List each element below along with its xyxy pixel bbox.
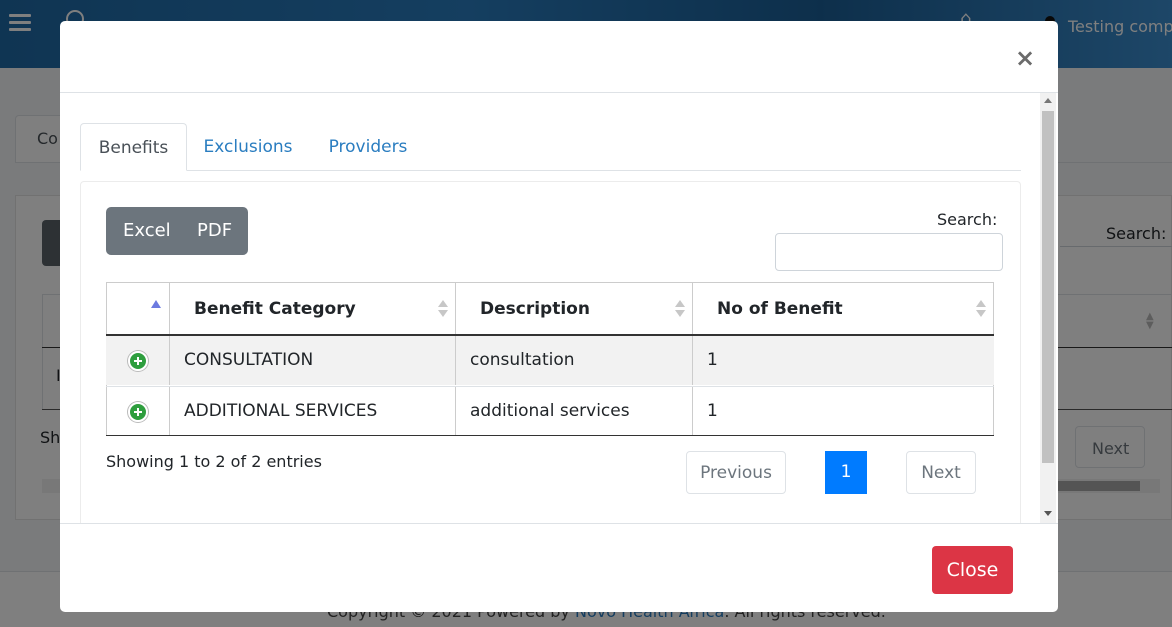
header-label: Benefit Category [194,299,356,319]
search-input[interactable] [775,233,1003,271]
modal-body: Benefits Exclusions Providers Excel PDF … [60,93,1058,523]
benefits-table: Benefit Category Description No of Benef… [106,282,994,436]
no-of-benefit-cell: 1 [707,401,718,421]
benefits-modal: × Benefits Exclusions Providers Excel PD… [60,21,1058,612]
table-header-expand[interactable] [106,282,170,335]
expand-row-icon[interactable] [128,402,148,422]
sort-icon [675,300,685,318]
scroll-up-arrow-icon[interactable] [1044,98,1052,103]
description-cell: consultation [456,336,693,385]
modal-footer: Close [60,523,1058,612]
header-label: No of Benefit [717,299,843,319]
previous-page-button[interactable]: Previous [686,451,786,494]
table-header-benefit-category[interactable]: Benefit Category [170,282,456,335]
table-header-no-of-benefit[interactable]: No of Benefit [693,282,993,335]
description-cell: additional services [456,387,693,436]
close-icon[interactable]: × [1015,46,1035,70]
table-row: ADDITIONAL SERVICES additional services … [106,386,994,436]
table-header-description[interactable]: Description [456,282,693,335]
header-label: Description [480,299,590,319]
export-button-group: Excel PDF [106,207,248,255]
modal-tabs: Benefits Exclusions Providers [80,123,1021,171]
tab-providers[interactable]: Providers [309,123,427,171]
table-row: CONSULTATION consultation 1 [106,336,994,385]
search-label: Search: [937,210,998,229]
table-bottom-border [106,435,994,436]
tab-benefits[interactable]: Benefits [80,123,187,171]
expand-cell[interactable] [106,336,170,385]
no-of-benefit-cell: 1 [707,350,718,370]
tab-exclusions[interactable]: Exclusions [187,123,309,171]
table-info: Showing 1 to 2 of 2 entries [106,452,322,471]
expand-cell[interactable] [106,387,170,436]
pdf-export-button[interactable]: PDF [181,207,248,255]
benefit-category-cell: CONSULTATION [170,336,456,385]
expand-row-icon[interactable] [128,351,148,371]
scrollbar-thumb[interactable] [1042,111,1054,463]
excel-export-button[interactable]: Excel [106,207,181,255]
modal-header: × [60,21,1058,93]
modal-vertical-scrollbar[interactable] [1040,93,1056,523]
next-page-button[interactable]: Next [906,451,976,494]
sort-icon [976,300,986,318]
page-1-button[interactable]: 1 [825,451,867,494]
close-button[interactable]: Close [932,546,1013,594]
scroll-down-arrow-icon[interactable] [1044,511,1052,516]
benefit-category-cell: ADDITIONAL SERVICES [170,387,456,436]
sort-ascending-icon [151,300,161,308]
sort-icon [438,300,448,318]
